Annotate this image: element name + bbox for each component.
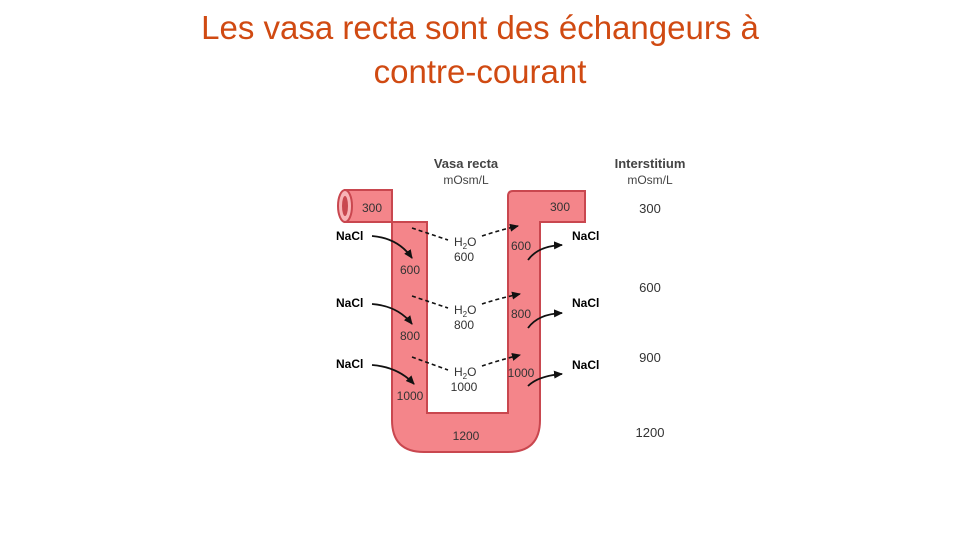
desc-value: 1000: [397, 389, 424, 403]
bottom-value: 1200: [453, 429, 480, 443]
interstitium-value: 300: [639, 201, 661, 216]
vasa-recta-diagram: Vasa recta mOsm/L Interstitium mOsm/L 30…: [325, 150, 705, 460]
desc-value: 300: [362, 201, 382, 215]
svg-text:600: 600: [454, 250, 474, 264]
interstitium-value: 900: [639, 350, 661, 365]
nacl-label-left: NaCl: [336, 229, 363, 243]
vasa-recta-unit: mOsm/L: [443, 173, 489, 187]
nacl-label-left: NaCl: [336, 296, 363, 310]
asc-value: 300: [550, 200, 570, 214]
asc-value: 800: [511, 307, 531, 321]
desc-value: 800: [400, 329, 420, 343]
nacl-label-left: NaCl: [336, 357, 363, 371]
interstitium-value: 600: [639, 280, 661, 295]
interstitium-value: 1200: [636, 425, 665, 440]
nacl-label-right: NaCl: [572, 229, 599, 243]
svg-text:800: 800: [454, 318, 474, 332]
vessel-opening-inner: [342, 196, 348, 216]
asc-value: 1000: [508, 366, 535, 380]
interstitium-header: Interstitium: [615, 156, 686, 171]
interstitium-unit: mOsm/L: [627, 173, 673, 187]
nacl-label-right: NaCl: [572, 358, 599, 372]
svg-text:1000: 1000: [451, 380, 478, 394]
asc-value: 600: [511, 239, 531, 253]
desc-value: 600: [400, 263, 420, 277]
vasa-recta-header: Vasa recta: [434, 156, 499, 171]
nacl-label-right: NaCl: [572, 296, 599, 310]
